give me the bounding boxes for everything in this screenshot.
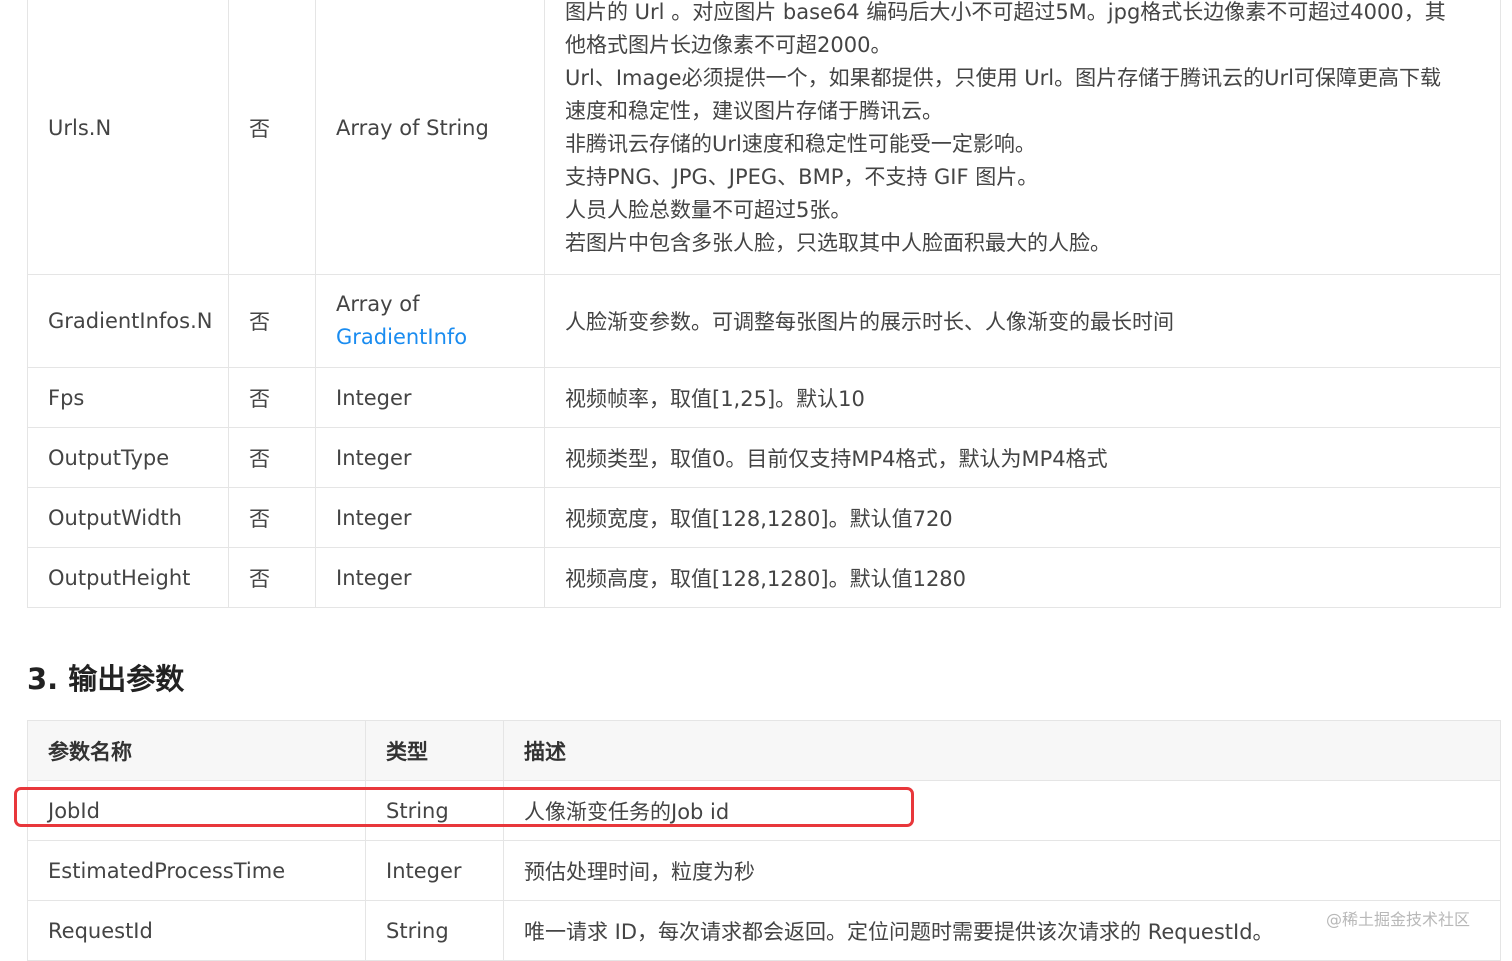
param-type: Array of GradientInfo xyxy=(315,274,545,368)
header-type: 类型 xyxy=(365,720,504,781)
input-row-outputheight: OutputHeight 否 Integer 视频高度，取值[128,1280]… xyxy=(27,547,1501,608)
param-description: 人脸渐变参数。可调整每张图片的展示时长、人像渐变的最长时间 xyxy=(544,274,1501,368)
param-name: Urls.N xyxy=(27,0,229,275)
param-type: Integer xyxy=(315,427,545,488)
param-name: EstimatedProcessTime xyxy=(27,840,366,901)
header-param-name: 参数名称 xyxy=(27,720,366,781)
param-name: Fps xyxy=(27,367,229,428)
description-line: 支持PNG、JPG、JPEG、BMP，不支持 GIF 图片。 xyxy=(565,164,1039,189)
param-name: OutputType xyxy=(27,427,229,488)
watermark: @稀土掘金技术社区 xyxy=(1326,910,1471,929)
input-row-gradientinfos: GradientInfos.N 否 Array of GradientInfo … xyxy=(27,274,1501,368)
param-required: 否 xyxy=(228,274,316,368)
output-params-table: 参数名称 类型 描述 JobId String 人像渐变任务的Job id Es… xyxy=(27,720,1501,961)
param-type: Integer xyxy=(315,487,545,548)
output-row-estimatedprocesstime: EstimatedProcessTime Integer 预估处理时间，粒度为秒 xyxy=(27,840,1501,901)
description-line: 速度和稳定性，建议图片存储于腾讯云。 xyxy=(565,98,943,123)
param-required: 否 xyxy=(228,547,316,608)
param-description: 视频高度，取值[128,1280]。默认值1280 xyxy=(544,547,1501,608)
param-type: Integer xyxy=(365,840,504,901)
description-line: 他格式图片长边像素不可超2000。 xyxy=(565,32,892,57)
description-line: 人员人脸总数量不可超过5张。 xyxy=(565,197,852,222)
param-type: Integer xyxy=(315,547,545,608)
gradientinfo-link[interactable]: GradientInfo xyxy=(336,321,544,354)
param-description: 视频类型，取值0。目前仅支持MP4格式，默认为MP4格式 xyxy=(544,427,1501,488)
jobid-highlight-box xyxy=(14,787,914,827)
input-row-outputtype: OutputType 否 Integer 视频类型，取值0。目前仅支持MP4格式… xyxy=(27,427,1501,488)
header-description: 描述 xyxy=(503,720,1501,781)
input-params-table: Urls.N 否 Array of String 图片的 Url 。对应图片 b… xyxy=(27,0,1501,608)
type-text: Array of xyxy=(336,292,420,316)
input-row-outputwidth: OutputWidth 否 Integer 视频宽度，取值[128,1280]。… xyxy=(27,487,1501,548)
param-type: Array of String xyxy=(315,0,545,275)
input-row-urls: Urls.N 否 Array of String 图片的 Url 。对应图片 b… xyxy=(27,0,1501,275)
param-name: OutputWidth xyxy=(27,487,229,548)
param-description: 图片的 Url 。对应图片 base64 编码后大小不可超过5M。jpg格式长边… xyxy=(544,0,1501,275)
param-description: 预估处理时间，粒度为秒 xyxy=(503,840,1501,901)
description-line: 非腾讯云存储的Url速度和稳定性可能受一定影响。 xyxy=(565,131,1036,156)
description-line: Url、Image必须提供一个，如果都提供，只使用 Url。图片存储于腾讯云的U… xyxy=(565,65,1441,90)
param-required: 否 xyxy=(228,367,316,428)
param-required: 否 xyxy=(228,427,316,488)
param-name: GradientInfos.N xyxy=(27,274,229,368)
input-row-fps: Fps 否 Integer 视频帧率，取值[1,25]。默认10 xyxy=(27,367,1501,428)
param-type: Integer xyxy=(315,367,545,428)
param-name: OutputHeight xyxy=(27,547,229,608)
param-description: 视频帧率，取值[1,25]。默认10 xyxy=(544,367,1501,428)
param-description: 视频宽度，取值[128,1280]。默认值720 xyxy=(544,487,1501,548)
description-line: 若图片中包含多张人脸，只选取其中人脸面积最大的人脸。 xyxy=(565,230,1111,255)
param-required: 否 xyxy=(228,0,316,275)
description-line: 图片的 Url 。对应图片 base64 编码后大小不可超过5M。jpg格式长边… xyxy=(565,0,1446,24)
param-required: 否 xyxy=(228,487,316,548)
output-table-header: 参数名称 类型 描述 xyxy=(27,720,1501,781)
section-title-output-params: 3. 输出参数 xyxy=(27,662,185,696)
